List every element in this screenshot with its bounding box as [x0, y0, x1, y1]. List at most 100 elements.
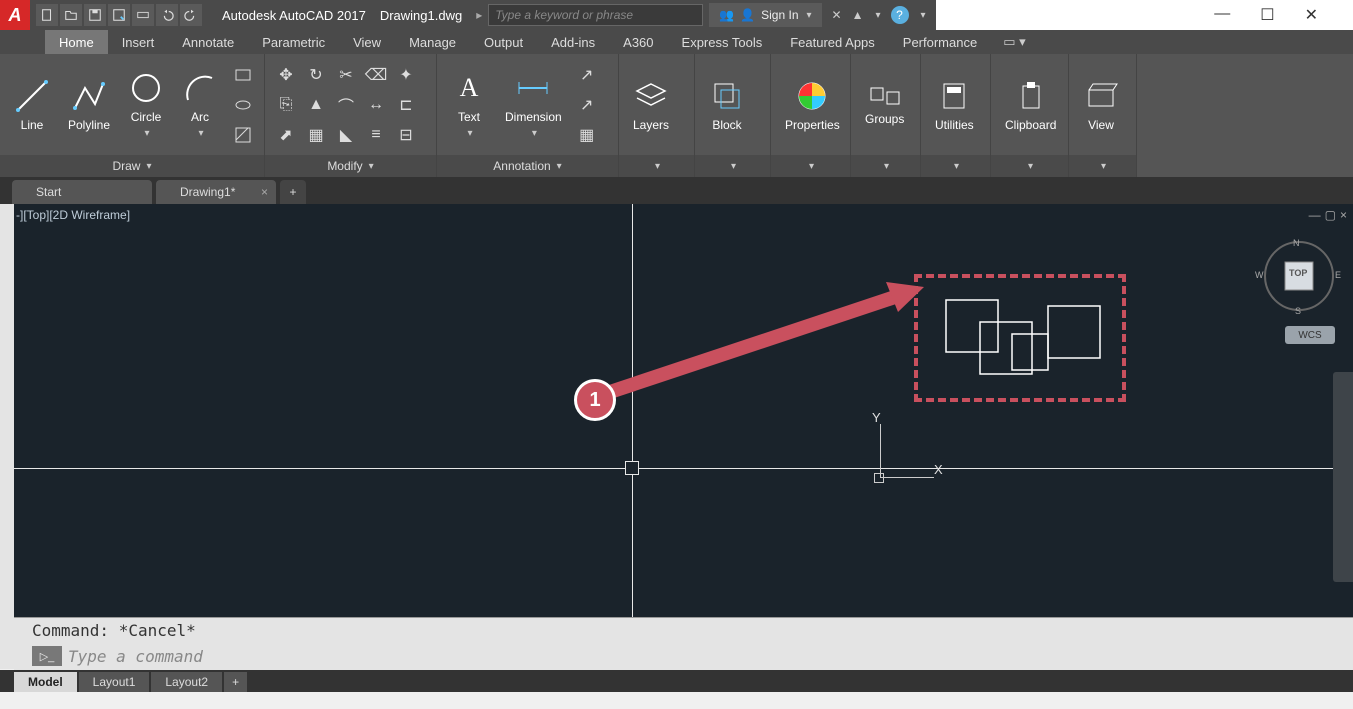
panel-title-modify[interactable]: Modify ▾ [265, 155, 436, 177]
offset-icon[interactable]: ⊏ [393, 92, 419, 118]
viewport-label[interactable]: -][Top][2D Wireframe] [16, 208, 130, 222]
doc-tab-start[interactable]: Start [12, 180, 152, 204]
table-icon[interactable]: ▦ [574, 122, 600, 148]
ribbon-options-icon[interactable]: ▭ ▾ [1003, 30, 1025, 54]
mirror-icon[interactable]: ▲ [303, 92, 329, 118]
panel-groups-dd[interactable]: ▾ [851, 155, 920, 177]
tab-parametric[interactable]: Parametric [248, 30, 339, 54]
chamfer-icon[interactable]: ◣ [333, 122, 359, 148]
signin-button[interactable]: 👥 👤 Sign In ▾ [709, 3, 821, 27]
help-icon[interactable]: ? [891, 6, 909, 24]
command-prompt-icon[interactable]: ▷_ [32, 646, 62, 666]
panel-layers-dd[interactable]: ▾ [619, 155, 694, 177]
annotation-marker: 1 [574, 379, 616, 421]
tab-a360[interactable]: A360 [609, 30, 667, 54]
panel-view-dd[interactable]: ▾ [1069, 155, 1136, 177]
layout-tab-model[interactable]: Model [14, 672, 77, 692]
navigation-bar[interactable] [1333, 372, 1353, 582]
tool-arc[interactable]: Arc▾ [176, 66, 224, 143]
vp-max-icon[interactable]: ▢ [1325, 208, 1336, 222]
a360-icon[interactable]: ▲ [852, 8, 864, 22]
ellipse-icon[interactable] [230, 92, 256, 118]
compass-w-label: W [1255, 270, 1264, 280]
close-tab-icon[interactable]: × [261, 185, 268, 199]
minimize-icon[interactable]: — [1214, 5, 1230, 25]
saveas-icon[interactable] [108, 4, 130, 26]
tool-layers[interactable]: Layers [627, 74, 675, 136]
tool-line[interactable]: Line [8, 74, 56, 136]
view-cube[interactable]: N E S W TOP [1263, 240, 1335, 312]
layout-tab-add[interactable]: + [224, 672, 247, 692]
tool-clipboard[interactable]: Clipboard [999, 74, 1062, 136]
flyout-icon[interactable]: ▸ [470, 8, 488, 22]
circle-icon [128, 70, 164, 106]
wcs-badge[interactable]: WCS [1285, 326, 1335, 344]
rectangle-icon[interactable] [230, 62, 256, 88]
open-icon[interactable] [60, 4, 82, 26]
tab-addins[interactable]: Add-ins [537, 30, 609, 54]
new-icon[interactable] [36, 4, 58, 26]
drawn-rectangles [936, 294, 1116, 394]
break-icon[interactable]: ⊟ [393, 122, 419, 148]
draw-extra-tools [230, 62, 256, 148]
mleader-icon[interactable]: ↗ [574, 92, 600, 118]
explode-icon[interactable]: ✦ [393, 62, 419, 88]
layout-tab-layout2[interactable]: Layout2 [151, 672, 222, 692]
doc-tab-drawing1[interactable]: Drawing1*× [156, 180, 276, 204]
align-icon[interactable]: ≡ [363, 122, 389, 148]
tool-view[interactable]: View [1077, 74, 1125, 136]
tool-polyline[interactable]: Polyline [62, 74, 116, 136]
panel-block-dd[interactable]: ▾ [695, 155, 770, 177]
exchange-icon[interactable]: ✕ [832, 8, 842, 22]
tool-utilities[interactable]: Utilities [929, 74, 980, 136]
tab-manage[interactable]: Manage [395, 30, 470, 54]
undo-icon[interactable] [156, 4, 178, 26]
trim-icon[interactable]: ✂ [333, 62, 359, 88]
rotate-icon[interactable]: ↻ [303, 62, 329, 88]
tab-insert[interactable]: Insert [108, 30, 169, 54]
fillet-icon[interactable]: ⌒ [333, 92, 359, 118]
tab-home[interactable]: Home [45, 30, 108, 54]
panel-clipboard-dd[interactable]: ▾ [991, 155, 1068, 177]
drawing-canvas[interactable]: -][Top][2D Wireframe] — ▢ × Y X 1 N E S … [14, 204, 1353, 617]
tool-dimension[interactable]: Dimension▾ [499, 66, 568, 143]
tab-express[interactable]: Express Tools [668, 30, 777, 54]
tab-annotate[interactable]: Annotate [168, 30, 248, 54]
command-input-row[interactable]: ▷_ Type a command [14, 642, 1353, 670]
panel-title-annotation[interactable]: Annotation ▾ [437, 155, 618, 177]
stretch-icon[interactable]: ↔ [363, 92, 389, 118]
tool-groups[interactable]: Groups [859, 80, 910, 130]
tab-view[interactable]: View [339, 30, 395, 54]
app-logo[interactable]: A [0, 0, 30, 30]
tool-properties[interactable]: Properties [779, 74, 846, 136]
doc-tab-add[interactable]: + [280, 180, 306, 204]
panel-title-draw[interactable]: Draw ▾ [0, 155, 264, 177]
plot-icon[interactable] [132, 4, 154, 26]
tab-featured[interactable]: Featured Apps [776, 30, 889, 54]
search-input[interactable]: Type a keyword or phrase [488, 4, 703, 26]
hatch-icon[interactable] [230, 122, 256, 148]
tool-circle[interactable]: Circle▾ [122, 66, 170, 143]
copy-icon[interactable]: ⎘ [273, 92, 299, 118]
layout-tab-layout1[interactable]: Layout1 [79, 672, 150, 692]
tool-text[interactable]: A Text▾ [445, 66, 493, 143]
command-input[interactable]: Type a command [68, 647, 203, 666]
vp-min-icon[interactable]: — [1309, 208, 1321, 222]
tool-block[interactable]: Block [703, 74, 751, 136]
maximize-icon[interactable]: ☐ [1260, 5, 1274, 25]
view-icon [1083, 78, 1119, 114]
array-icon[interactable]: ▦ [303, 122, 329, 148]
erase-icon[interactable]: ⌫ [363, 62, 389, 88]
close-icon[interactable]: ✕ [1305, 5, 1318, 25]
scale-icon[interactable]: ⬈ [273, 122, 299, 148]
leader-icon[interactable]: ↗ [574, 62, 600, 88]
redo-icon[interactable] [180, 4, 202, 26]
panel-utilities-dd[interactable]: ▾ [921, 155, 990, 177]
tab-output[interactable]: Output [470, 30, 537, 54]
move-icon[interactable]: ✥ [273, 62, 299, 88]
tab-performance[interactable]: Performance [889, 30, 991, 54]
save-icon[interactable] [84, 4, 106, 26]
vp-close-icon[interactable]: × [1340, 208, 1347, 222]
panel-draw: Line Polyline Circle▾ Arc▾ Draw ▾ [0, 54, 265, 177]
panel-properties-dd[interactable]: ▾ [771, 155, 850, 177]
